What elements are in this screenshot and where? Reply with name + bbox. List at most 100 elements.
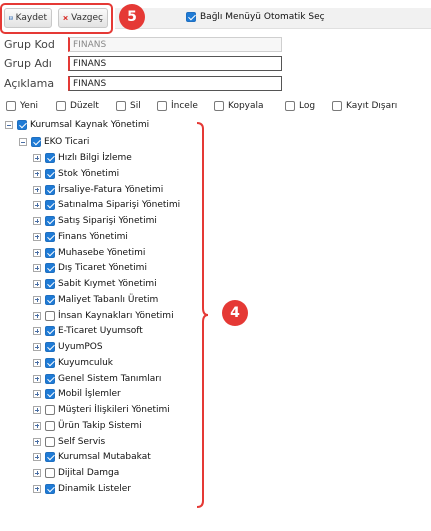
tree-module-checkbox[interactable] bbox=[45, 389, 55, 400]
expand-icon[interactable] bbox=[33, 421, 41, 430]
expand-icon[interactable] bbox=[33, 154, 41, 162]
tree-module-item[interactable]: Sabit Kıymet Yönetimi bbox=[33, 278, 157, 290]
tree-module-item[interactable]: Finans Yönetimi bbox=[33, 231, 128, 243]
tree-module-checkbox[interactable] bbox=[45, 216, 55, 226]
expand-icon[interactable] bbox=[33, 327, 41, 336]
tree-module-item[interactable]: Satınalma Siparişi Yönetimi bbox=[33, 199, 180, 211]
tree-module-checkbox[interactable] bbox=[45, 436, 55, 447]
tree-module-checkbox[interactable] bbox=[45, 405, 55, 415]
tree-module-checkbox[interactable] bbox=[45, 184, 55, 195]
tree-module-label: Self Servis bbox=[58, 436, 106, 447]
collapse-icon[interactable] bbox=[5, 121, 13, 129]
perm-delete[interactable]: Sil bbox=[116, 101, 141, 111]
perm-export-checkbox[interactable] bbox=[332, 101, 342, 111]
perm-edit[interactable]: Düzelt bbox=[56, 101, 99, 111]
expand-icon[interactable] bbox=[33, 169, 41, 178]
tree-module-item[interactable]: İnsan Kaynakları Yönetimi bbox=[33, 310, 174, 322]
expand-icon[interactable] bbox=[33, 484, 41, 493]
expand-icon[interactable] bbox=[33, 343, 41, 351]
tree-module-checkbox[interactable] bbox=[45, 263, 55, 274]
perm-new[interactable]: Yeni bbox=[6, 101, 38, 111]
tree-module-item[interactable]: Hızlı Bilgi İzleme bbox=[33, 152, 132, 164]
tree-module-checkbox[interactable] bbox=[45, 200, 55, 211]
tree-module-item[interactable]: Kuyumculuk bbox=[33, 357, 113, 369]
description-field[interactable]: FINANS bbox=[68, 76, 282, 91]
tree-module-checkbox[interactable] bbox=[45, 420, 55, 431]
perm-edit-checkbox[interactable] bbox=[56, 101, 66, 111]
expand-icon[interactable] bbox=[33, 185, 41, 194]
tree-module-item[interactable]: Kurumsal Mutabakat bbox=[33, 451, 151, 463]
tree-module-label: Maliyet Tabanlı Üretim bbox=[58, 294, 159, 305]
expand-icon[interactable] bbox=[33, 295, 41, 304]
expand-icon[interactable] bbox=[33, 406, 41, 414]
expand-icon[interactable] bbox=[33, 374, 41, 383]
collapse-icon[interactable] bbox=[19, 138, 27, 146]
tree-module-checkbox[interactable] bbox=[45, 310, 55, 321]
tree-module-item[interactable]: E-Ticaret Uyumsoft bbox=[33, 325, 143, 337]
tree-module-item[interactable]: İrsaliye-Fatura Yönetimi bbox=[33, 184, 163, 196]
tree-module-checkbox[interactable] bbox=[45, 294, 55, 305]
expand-icon[interactable] bbox=[33, 437, 41, 446]
toolbar-callout-box bbox=[0, 3, 113, 34]
tree-node-group[interactable]: EKO Ticari bbox=[19, 136, 89, 148]
expand-icon[interactable] bbox=[33, 453, 41, 462]
tree-module-checkbox[interactable] bbox=[45, 373, 55, 384]
expand-icon[interactable] bbox=[33, 390, 41, 399]
tree-module-item[interactable]: Dış Ticaret Yönetimi bbox=[33, 262, 147, 274]
perm-export[interactable]: Kayıt Dışarı bbox=[332, 101, 397, 111]
tree-module-label: Dijital Damga bbox=[58, 468, 120, 478]
perm-new-checkbox[interactable] bbox=[6, 101, 16, 111]
tree-root-label: Kurumsal Kaynak Yönetimi bbox=[30, 120, 150, 130]
expand-icon[interactable] bbox=[33, 469, 41, 477]
expand-icon[interactable] bbox=[33, 358, 41, 367]
expand-icon[interactable] bbox=[33, 264, 41, 273]
tree-module-checkbox[interactable] bbox=[45, 452, 55, 463]
tree-module-checkbox[interactable] bbox=[45, 153, 55, 163]
group-code-field[interactable]: FINANS bbox=[68, 37, 282, 52]
perm-log-checkbox[interactable] bbox=[285, 101, 295, 111]
tree-module-checkbox[interactable] bbox=[45, 468, 55, 478]
tree-module-item[interactable]: Ürün Takip Sistemi bbox=[33, 420, 142, 432]
tree-module-checkbox[interactable] bbox=[45, 342, 55, 352]
tree-root-checkbox[interactable] bbox=[17, 120, 27, 130]
perm-copy-checkbox[interactable] bbox=[214, 101, 224, 111]
tree-module-checkbox[interactable] bbox=[45, 247, 55, 258]
auto-select-option[interactable]: Bağlı Menüyü Otomatik Seç bbox=[186, 12, 325, 22]
perm-copy[interactable]: Kopyala bbox=[214, 101, 264, 111]
tree-module-checkbox[interactable] bbox=[45, 483, 55, 494]
expand-icon[interactable] bbox=[33, 232, 41, 241]
tree-module-item[interactable]: Dinamik Listeler bbox=[33, 483, 131, 495]
expand-icon[interactable] bbox=[33, 280, 41, 288]
tree-module-item[interactable]: Muhasebe Yönetimi bbox=[33, 247, 145, 259]
tree-module-label: Dış Ticaret Yönetimi bbox=[58, 263, 147, 274]
perm-log[interactable]: Log bbox=[285, 101, 315, 111]
tree-module-item[interactable]: Self Servis bbox=[33, 436, 105, 448]
tree-module-label: Muhasebe Yönetimi bbox=[58, 247, 146, 258]
tree-module-checkbox[interactable] bbox=[45, 357, 55, 368]
perm-review[interactable]: İncele bbox=[157, 101, 198, 111]
perm-review-checkbox[interactable] bbox=[157, 101, 167, 111]
group-name-field[interactable]: FINANS bbox=[68, 56, 282, 71]
expand-icon[interactable] bbox=[33, 217, 41, 225]
perm-log-label: Log bbox=[299, 101, 316, 111]
tree-module-item[interactable]: Satış Siparişi Yönetimi bbox=[33, 215, 157, 227]
tree-module-item[interactable]: Müşteri İlişkileri Yönetimi bbox=[33, 404, 170, 416]
auto-select-checkbox[interactable] bbox=[186, 12, 196, 22]
expand-icon[interactable] bbox=[33, 201, 41, 210]
tree-module-item[interactable]: Mobil İşlemler bbox=[33, 388, 121, 400]
perm-delete-checkbox[interactable] bbox=[116, 101, 126, 111]
expand-icon[interactable] bbox=[33, 311, 41, 320]
tree-module-item[interactable]: Stok Yönetimi bbox=[33, 168, 119, 180]
tree-module-label: Finans Yönetimi bbox=[58, 231, 128, 242]
tree-module-item[interactable]: UyumPOS bbox=[33, 341, 103, 353]
tree-module-checkbox[interactable] bbox=[45, 279, 55, 289]
tree-module-item[interactable]: Maliyet Tabanlı Üretim bbox=[33, 294, 158, 306]
expand-icon[interactable] bbox=[33, 248, 41, 257]
tree-module-checkbox[interactable] bbox=[45, 168, 55, 179]
tree-module-checkbox[interactable] bbox=[45, 231, 55, 242]
tree-node-root[interactable]: Kurumsal Kaynak Yönetimi bbox=[5, 119, 149, 131]
tree-module-checkbox[interactable] bbox=[45, 326, 55, 337]
tree-module-item[interactable]: Dijital Damga bbox=[33, 467, 119, 479]
tree-group-checkbox[interactable] bbox=[31, 137, 41, 147]
tree-module-item[interactable]: Genel Sistem Tanımları bbox=[33, 373, 161, 385]
